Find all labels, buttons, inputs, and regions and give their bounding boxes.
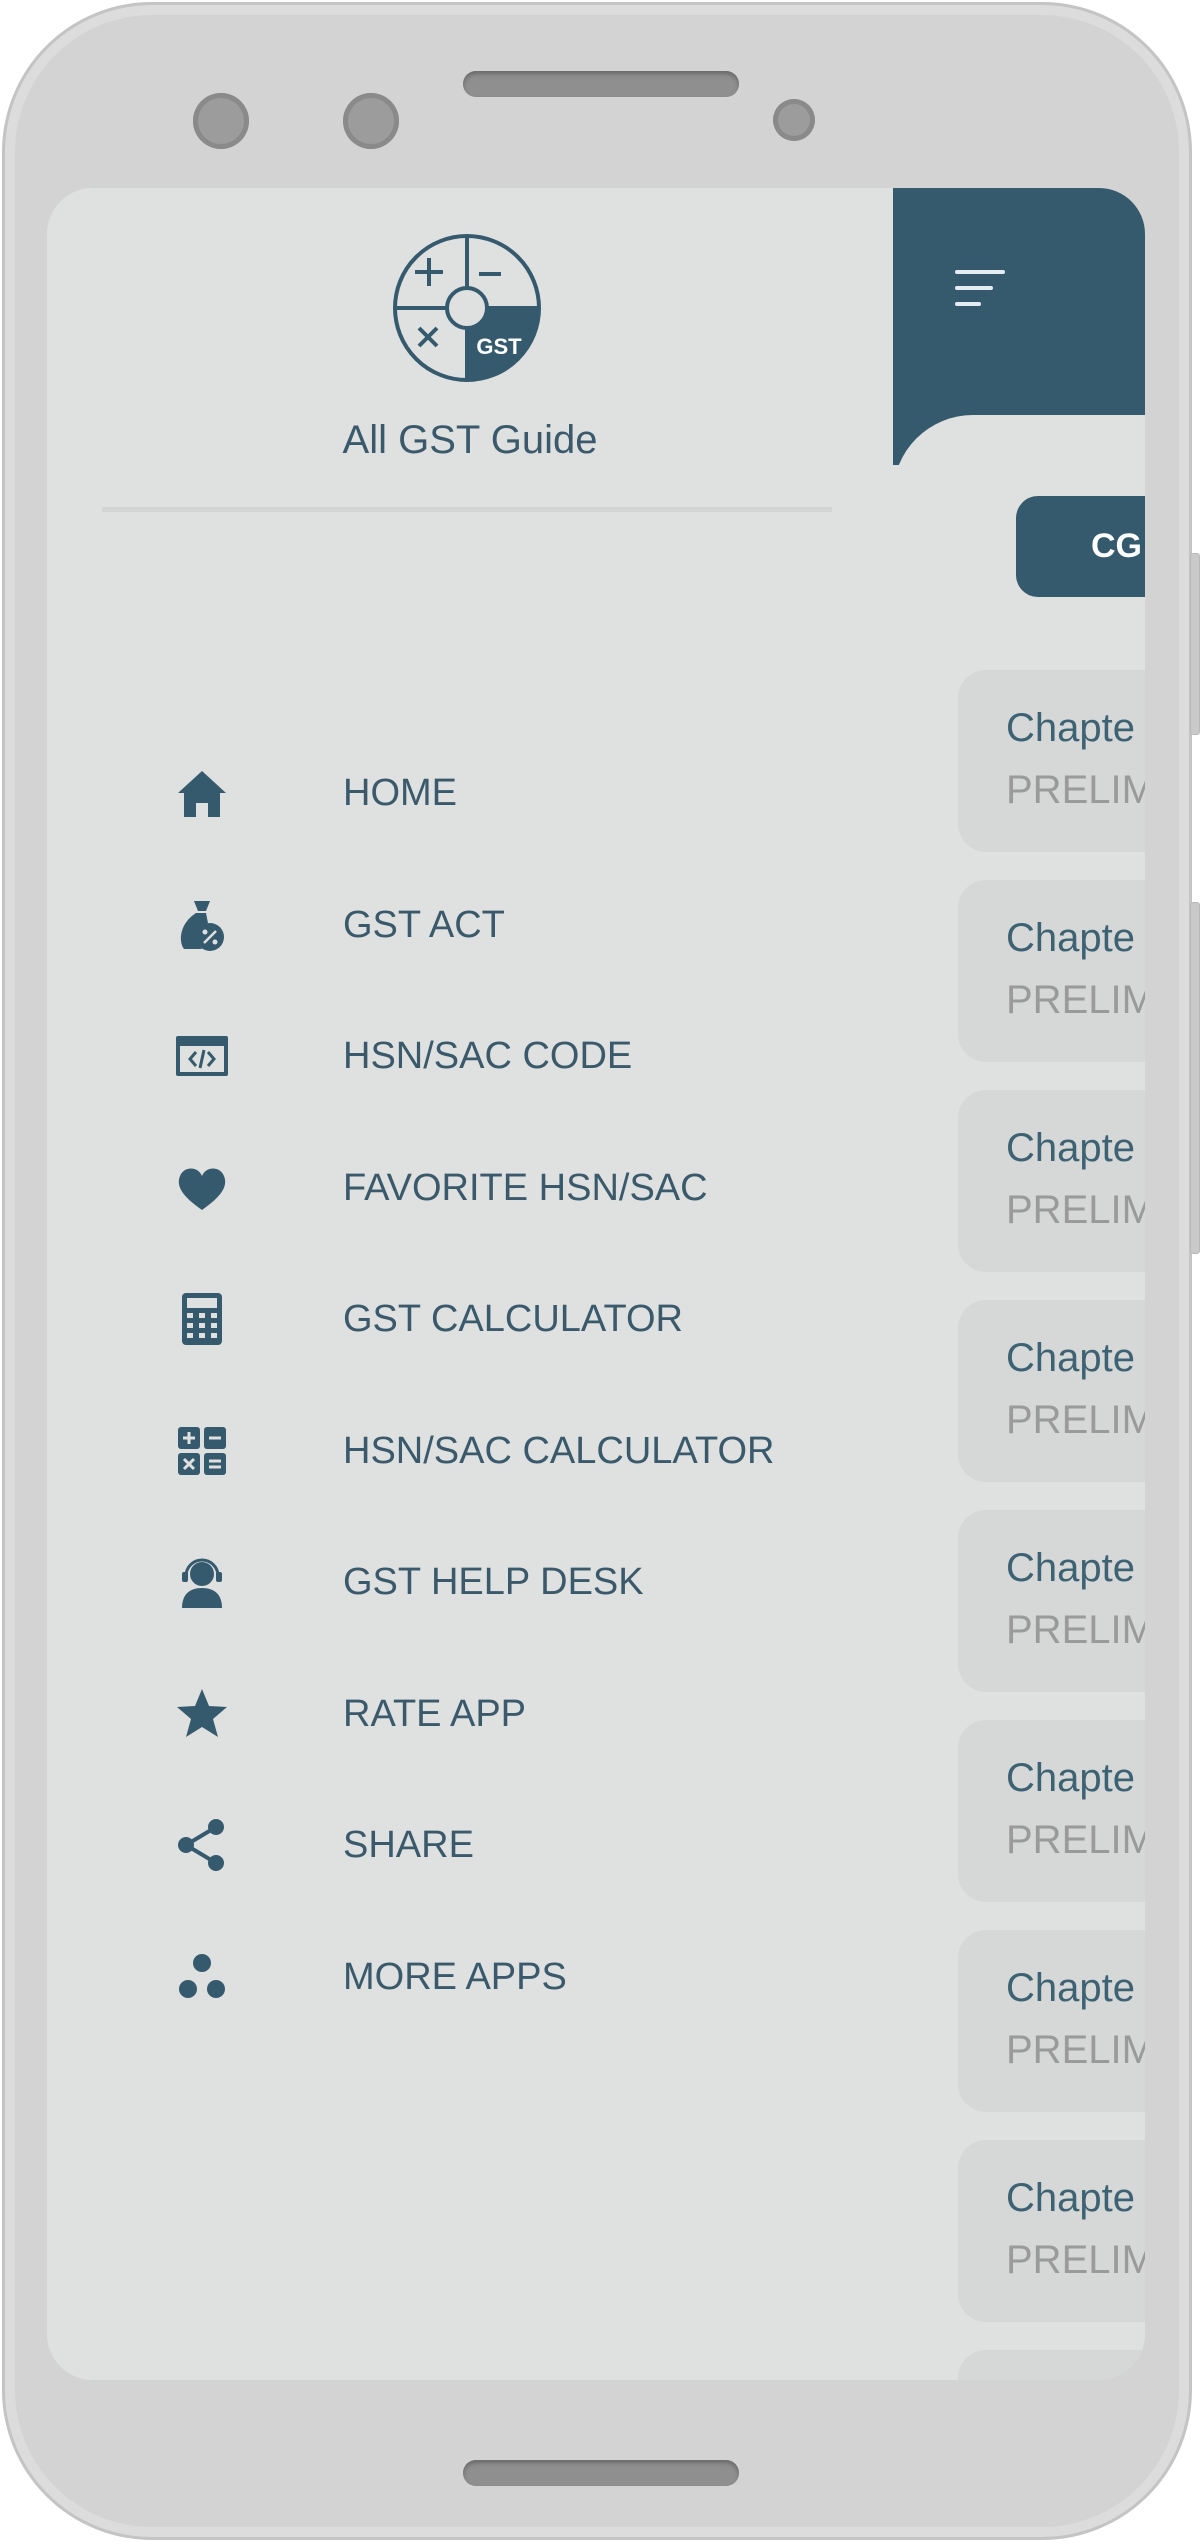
navigation-drawer: GST All GST Guide HOME GST ACT HSN/SAC COD…	[47, 188, 893, 2380]
svg-text:GST: GST	[476, 334, 522, 359]
chapter-card[interactable]: Chapte PRELIM	[958, 2140, 1145, 2322]
drawer-item-share[interactable]: SHARE	[102, 1790, 862, 1900]
chapter-card[interactable]: Chapte PRELIM	[958, 1090, 1145, 1272]
chapter-title: Chapte	[1006, 706, 1135, 750]
sensor-icon	[343, 93, 399, 149]
bottom-speaker	[463, 2460, 739, 2486]
more-apps-icon	[179, 1953, 225, 1998]
chapter-subtitle: PRELIM	[1006, 1398, 1145, 1442]
drawer-item-label: FAVORITE HSN/SAC	[343, 1166, 708, 1209]
chapter-subtitle: PRELIM	[1006, 768, 1145, 812]
heart-icon	[178, 1168, 226, 1210]
drawer-item-gst-help-desk[interactable]: GST HELP DESK	[102, 1527, 862, 1637]
chapter-card[interactable]	[958, 2350, 1145, 2380]
chapter-title: Chapte	[1006, 1756, 1135, 1800]
drawer-item-gst-calculator[interactable]: GST CALCULATOR	[102, 1264, 862, 1374]
drawer-item-label: HSN/SAC CODE	[343, 1035, 633, 1077]
menu-icon[interactable]	[955, 270, 1005, 310]
chapter-card[interactable]: Chapte PRELIM	[958, 1300, 1145, 1482]
app-logo: GST	[393, 234, 541, 382]
volume-button	[1190, 553, 1200, 735]
drawer-item-label: HOME	[343, 772, 457, 814]
screen: CG Chapte PRELIM Chapte PRELIM Chapte PRELIM C…	[47, 188, 1145, 2380]
chapter-title: Chapte	[1006, 1546, 1135, 1590]
drawer-item-home[interactable]: HOME	[102, 738, 862, 848]
drawer-item-hsn-sac-calculator[interactable]: HSN/SAC CALCULATOR	[102, 1396, 862, 1506]
tab-cgst-button[interactable]: CG	[1016, 496, 1145, 597]
code-window-icon	[176, 1036, 228, 1076]
drawer-item-favorite-hsn-sac[interactable]: FAVORITE HSN/SAC	[102, 1133, 862, 1243]
drawer-item-label: GST HELP DESK	[343, 1561, 644, 1603]
chapter-card[interactable]: Chapte PRELIM	[958, 1720, 1145, 1902]
share-icon	[178, 1819, 224, 1871]
chapter-card[interactable]: Chapte PRELIM	[958, 670, 1145, 852]
chapter-title: Chapte	[1006, 1336, 1135, 1380]
home-icon	[178, 771, 226, 817]
divider	[102, 507, 832, 512]
chapter-card[interactable]: Chapte PRELIM	[958, 1930, 1145, 2112]
chapter-title: Chapte	[1006, 916, 1135, 960]
drawer-item-gst-act[interactable]: GST ACT	[102, 870, 862, 980]
chapter-subtitle: PRELIM	[1006, 978, 1145, 1022]
speaker-grille	[463, 71, 739, 97]
drawer-item-label: GST CALCULATOR	[343, 1298, 683, 1340]
drawer-item-label: SHARE	[343, 1824, 474, 1866]
drawer-item-rate-app[interactable]: RATE APP	[102, 1659, 862, 1769]
chapter-subtitle: PRELIM	[1006, 1188, 1145, 1232]
chapter-subtitle: PRELIM	[1006, 1608, 1145, 1652]
app-title: All GST Guide	[342, 418, 598, 462]
chapter-subtitle: PRELIM	[1006, 1818, 1145, 1862]
drawer-item-label: GST ACT	[343, 903, 505, 946]
star-icon	[177, 1688, 227, 1737]
drawer-item-hsn-sac-code[interactable]: HSN/SAC CODE	[102, 1001, 862, 1111]
drawer-item-label: MORE APPS	[343, 1955, 567, 1998]
drawer-item-label: RATE APP	[343, 1692, 527, 1735]
math-operators-icon	[178, 1426, 226, 1475]
chapter-title: Chapte	[1006, 2176, 1135, 2220]
power-button	[1190, 902, 1200, 1254]
chapter-title: Chapte	[1006, 1966, 1135, 2010]
calculator-icon	[182, 1293, 222, 1345]
chapter-card[interactable]: Chapte PRELIM	[958, 880, 1145, 1062]
front-camera-icon	[773, 99, 815, 141]
chapter-subtitle: PRELIM	[1006, 2028, 1145, 2072]
support-agent-icon	[182, 1558, 222, 1608]
chapter-card[interactable]: Chapte PRELIM	[958, 1510, 1145, 1692]
drawer-item-more-apps[interactable]: MORE APPS	[102, 1922, 862, 2032]
money-bag-percent-icon	[180, 900, 224, 951]
camera-icon	[193, 93, 249, 149]
chapter-subtitle: PRELIM	[1006, 2238, 1145, 2282]
drawer-item-label: HSN/SAC CALCULATOR	[343, 1429, 775, 1472]
chapter-title: Chapte	[1006, 1126, 1135, 1170]
